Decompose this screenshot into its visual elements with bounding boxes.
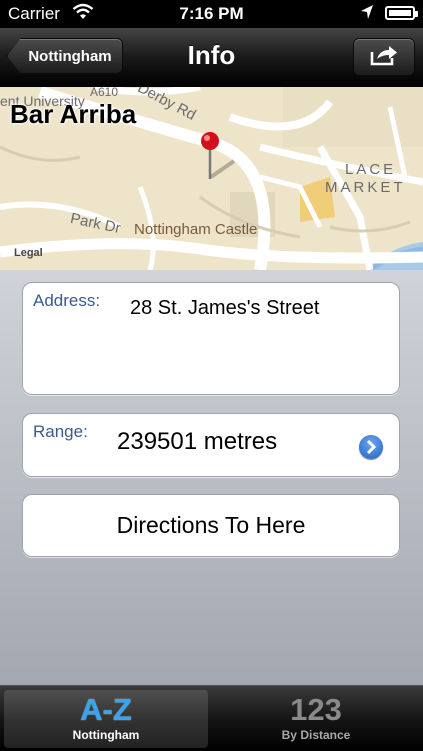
status-bar: Carrier 7:16 PM [0, 0, 423, 28]
map-view[interactable]: ent University A610 Derby Rd LACE MARKET… [0, 87, 423, 270]
tab-label: By Distance [281, 728, 351, 742]
directions-button[interactable]: Directions To Here [22, 494, 400, 557]
range-row[interactable]: Range: 239501 metres [22, 413, 400, 477]
tab-by-distance[interactable]: 123 By Distance [214, 690, 418, 748]
address-card: Address: 28 St. James's Street [22, 282, 400, 395]
detail-disclosure-icon[interactable] [359, 435, 383, 459]
battery-icon [385, 6, 418, 20]
range-label: Range: [33, 422, 88, 441]
address-label: Address: [33, 291, 101, 310]
tab-bar: A-Z Nottingham 123 By Distance [0, 685, 423, 751]
map-label: LACE [345, 161, 397, 178]
navigation-bar: Nottingham Info [0, 28, 423, 87]
page-title: Info [187, 40, 236, 70]
share-icon [368, 43, 400, 72]
share-button[interactable] [353, 38, 415, 76]
place-name: Bar Arriba [10, 99, 137, 129]
range-value: 239501 metres [117, 428, 278, 455]
back-button[interactable]: Nottingham [7, 38, 123, 74]
map-pin-icon[interactable] [199, 129, 239, 190]
legal-link[interactable]: Legal [14, 247, 43, 259]
map-label: A610 [90, 87, 119, 99]
numbers-icon: 123 [290, 692, 342, 727]
location-arrow-icon [359, 3, 375, 26]
az-icon: A-Z [80, 692, 132, 727]
tab-nottingham[interactable]: A-Z Nottingham [4, 690, 208, 748]
map-label: MARKET [325, 179, 406, 196]
address-value: 28 St. James's Street [130, 297, 320, 319]
detail-panel: Address: 28 St. James's Street Range: 23… [0, 270, 423, 685]
tab-label: Nottingham [72, 728, 140, 742]
map-label: Nottingham Castle [134, 221, 258, 238]
